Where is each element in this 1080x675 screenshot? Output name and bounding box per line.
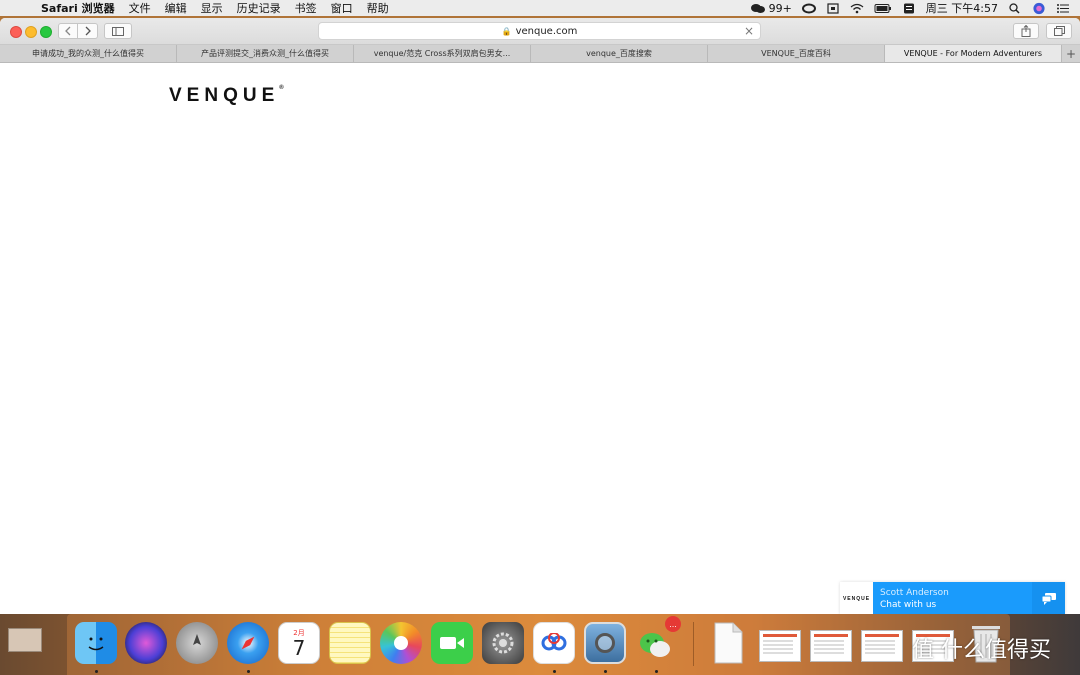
notes-icon[interactable]	[329, 622, 371, 664]
chat-bubble-icon[interactable]	[1032, 582, 1065, 614]
menu-app-name[interactable]: Safari 浏览器	[41, 0, 115, 16]
tab-6-active[interactable]: VENQUE - For Modern Adventurers	[885, 45, 1062, 62]
wechat-running-dot	[655, 670, 658, 673]
stack-screenshot-3[interactable]	[861, 630, 903, 662]
url-text: venque.com	[515, 25, 578, 37]
lock-icon: 🔒	[501, 26, 512, 36]
address-bar[interactable]: 🔒 venque.com ×	[318, 22, 761, 40]
menu-help[interactable]: 帮助	[367, 0, 389, 16]
chat-cta: Chat with us	[880, 599, 937, 610]
dock: 2月 7 ...	[67, 614, 1010, 675]
new-tab-button[interactable]: +	[1062, 45, 1080, 62]
launchpad-rocket-icon[interactable]	[176, 622, 218, 664]
preview-running-dot	[604, 670, 607, 673]
wechat-notification-badge: ...	[665, 616, 681, 632]
tab-bar: 申请成功_我的众测_什么值得买 产品评测提交_消费众测_什么值得买 venque…	[0, 45, 1080, 63]
wifi-icon[interactable]	[850, 3, 864, 14]
finder-icon[interactable]	[75, 622, 117, 664]
chat-widget[interactable]: VENQUE Scott Anderson Chat with us	[840, 582, 1065, 614]
menu-edit[interactable]: 编辑	[165, 0, 187, 16]
battery-icon[interactable]	[874, 3, 892, 14]
share-icon	[1021, 25, 1031, 37]
menu-window[interactable]: 窗口	[331, 0, 353, 16]
stack-screenshot-1[interactable]	[759, 630, 801, 662]
sidebar-icon	[112, 26, 124, 36]
chevron-left-icon	[65, 26, 71, 36]
finder-running-dot	[95, 670, 98, 673]
preview-icon[interactable]	[584, 622, 626, 664]
logo-text: VENQUE	[169, 85, 280, 106]
web-page-content: VENQUE® VENQUE Scott Anderson Chat with …	[0, 63, 1080, 614]
siri-icon[interactable]	[1032, 2, 1046, 15]
chevron-right-icon	[85, 26, 91, 36]
tab-4[interactable]: venque_百度搜索	[531, 45, 708, 62]
safari-window: 🔒 venque.com × 申请成功_我的众测_什么值得买 产品评测提交_消费…	[0, 18, 1080, 614]
siri-dock-icon[interactable]	[125, 622, 167, 664]
wechat-dock-icon[interactable]: ...	[635, 616, 681, 664]
venque-logo[interactable]: VENQUE®	[169, 85, 284, 107]
menu-file[interactable]: 文件	[129, 0, 151, 16]
calendar-icon[interactable]: 2月 7	[278, 622, 320, 664]
menu-bookmarks[interactable]: 书签	[295, 0, 317, 16]
creative-cloud-icon[interactable]	[801, 3, 816, 14]
chat-text: Scott Anderson Chat with us	[873, 582, 1032, 614]
baidu-netdisk-icon[interactable]	[533, 622, 575, 664]
show-all-tabs-button[interactable]	[1046, 23, 1072, 39]
calendar-day: 7	[292, 636, 306, 660]
notification-center-icon[interactable]	[1056, 3, 1070, 14]
chat-agent-name: Scott Anderson	[880, 587, 949, 598]
browser-toolbar: 🔒 venque.com ×	[0, 18, 1080, 45]
baidu-running-dot	[553, 670, 556, 673]
wechat-status-icon[interactable]	[750, 3, 765, 14]
facetime-icon[interactable]	[431, 622, 473, 664]
menu-bar: Safari 浏览器 文件 编辑 显示 历史记录 书签 窗口 帮助 99+ 周三…	[0, 0, 1080, 16]
close-window-button[interactable]	[10, 26, 22, 38]
wechat-badge-count: 99+	[768, 1, 792, 15]
fullscreen-window-button[interactable]	[40, 26, 52, 38]
minimize-window-button[interactable]	[25, 26, 37, 38]
document-file-icon[interactable]	[707, 622, 749, 664]
desktop-file-icon[interactable]	[8, 628, 42, 652]
share-button[interactable]	[1013, 23, 1039, 39]
forward-button[interactable]	[78, 23, 98, 39]
keyboard-input-icon[interactable]	[902, 3, 916, 14]
spotlight-search-icon[interactable]	[1008, 2, 1022, 14]
tab-1[interactable]: 申请成功_我的众测_什么值得买	[0, 45, 177, 62]
back-button[interactable]	[58, 23, 78, 39]
tab-5[interactable]: VENQUE_百度百科	[708, 45, 885, 62]
menu-view[interactable]: 显示	[201, 0, 223, 16]
sidebar-toggle-button[interactable]	[104, 23, 132, 39]
stack-screenshot-2[interactable]	[810, 630, 852, 662]
chat-brand-logo: VENQUE	[840, 582, 873, 614]
photos-icon[interactable]	[380, 622, 422, 664]
safari-running-dot	[247, 670, 250, 673]
registered-mark: ®	[279, 85, 284, 91]
clock[interactable]: 周三 下午4:57	[926, 0, 998, 16]
tabs-overview-icon	[1053, 26, 1065, 36]
input-method-icon[interactable]	[826, 2, 840, 14]
system-preferences-gear-icon[interactable]	[482, 622, 524, 664]
safari-compass-icon[interactable]	[227, 622, 269, 664]
dock-divider	[693, 622, 694, 666]
tab-3[interactable]: venque/范克 Cross系列双肩包男女...	[354, 45, 531, 62]
tab-2[interactable]: 产品评测提交_消费众测_什么值得买	[177, 45, 354, 62]
site-watermark: 值 什么值得买	[912, 638, 1051, 663]
stop-loading-icon[interactable]: ×	[744, 24, 754, 38]
menu-history[interactable]: 历史记录	[237, 0, 281, 16]
